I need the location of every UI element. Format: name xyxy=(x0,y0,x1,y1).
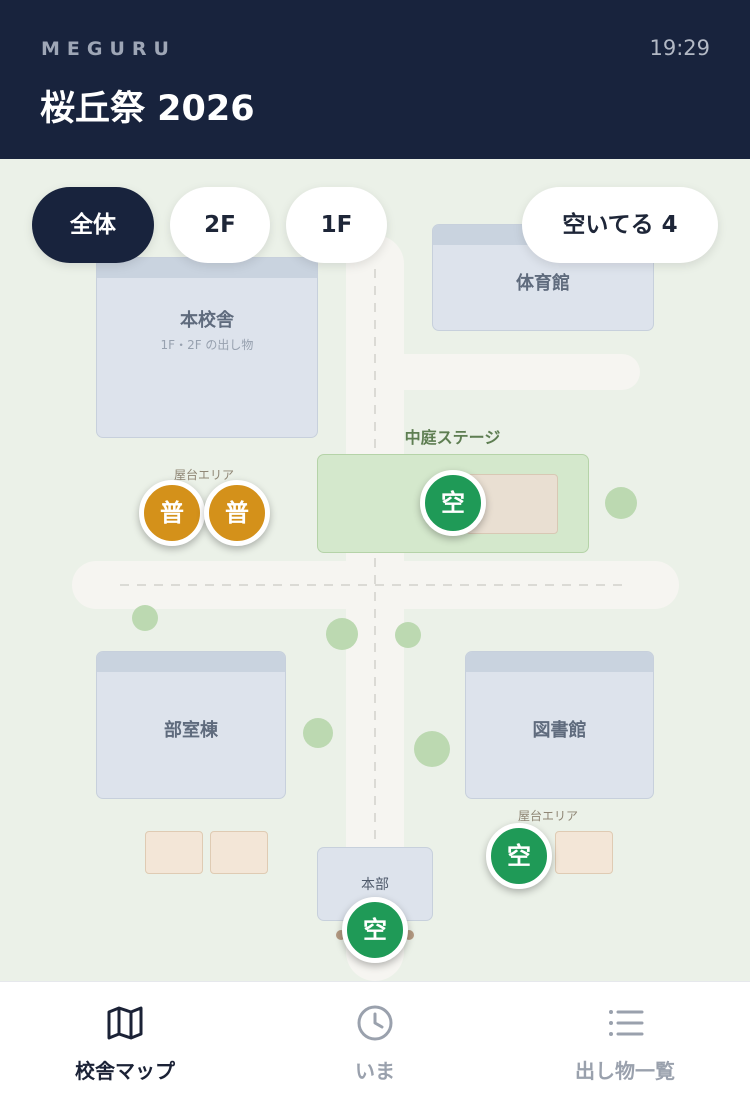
building-main[interactable]: 本校舎 1F・2F の出し物 xyxy=(96,257,318,438)
building-library[interactable]: 図書館 xyxy=(465,651,654,799)
page-title: 桜丘祭 2026 xyxy=(40,89,255,129)
filter-available-button[interactable]: 空いてる 4 xyxy=(522,187,718,263)
list-icon xyxy=(609,1010,644,1036)
nav-tab-map-label: 校舎マップ xyxy=(75,1059,175,1083)
bottom-nav: 校舎マップ いま 出し物一覧 xyxy=(0,981,750,1107)
status-pin-normal[interactable]: 普 xyxy=(204,480,270,546)
building-club[interactable]: 部室棟 xyxy=(96,651,286,799)
stage-label: 中庭ステージ xyxy=(404,428,501,447)
building-main-label: 本校舎 xyxy=(180,310,234,331)
stall-area-label: 屋台エリア xyxy=(174,468,235,482)
filter-1f-button[interactable]: 1F xyxy=(286,187,387,263)
tree xyxy=(326,618,358,650)
status-time: 19:29 xyxy=(649,36,710,60)
stall-box[interactable] xyxy=(555,831,613,874)
nav-tab-list[interactable]: 出し物一覧 xyxy=(500,982,750,1107)
nav-tab-now-label: いま xyxy=(355,1059,395,1083)
status-pin-available[interactable]: 空 xyxy=(420,470,486,536)
building-gym-label: 体育館 xyxy=(516,273,570,294)
filter-2f-button[interactable]: 2F xyxy=(170,187,270,263)
stall-box[interactable] xyxy=(145,831,203,874)
building-roof xyxy=(97,652,285,672)
nav-tab-now[interactable]: いま xyxy=(250,982,500,1107)
status-pin-available[interactable]: 空 xyxy=(342,897,408,963)
filter-all-button[interactable]: 全体 xyxy=(32,187,154,263)
nav-tab-list-label: 出し物一覧 xyxy=(575,1059,675,1083)
map-icon xyxy=(107,1006,143,1040)
tree xyxy=(414,731,450,767)
campus-map[interactable]: 本校舎 1F・2F の出し物 体育館 部室棟 図書館 中庭ステージ 屋台エリア … xyxy=(0,159,750,981)
brand-name: MEGURU xyxy=(41,38,176,60)
status-pin-normal[interactable]: 普 xyxy=(139,480,205,546)
building-library-label: 図書館 xyxy=(532,720,587,741)
nav-tab-map[interactable]: 校舎マップ xyxy=(0,982,250,1107)
status-pin-available[interactable]: 空 xyxy=(486,823,552,889)
app-header: MEGURU 19:29 桜丘祭 2026 xyxy=(0,0,750,159)
building-roof xyxy=(466,652,653,672)
stall-area-label: 屋台エリア xyxy=(518,809,579,823)
tree xyxy=(395,622,421,648)
building-hq-label: 本部 xyxy=(361,877,389,893)
building-club-label: 部室棟 xyxy=(164,720,218,741)
tree xyxy=(303,718,333,748)
road-gym xyxy=(380,354,640,390)
tree xyxy=(132,605,158,631)
stall-box[interactable] xyxy=(210,831,268,874)
clock-icon xyxy=(357,1005,393,1041)
tree xyxy=(605,487,637,519)
building-main-sub: 1F・2F の出し物 xyxy=(160,338,254,352)
